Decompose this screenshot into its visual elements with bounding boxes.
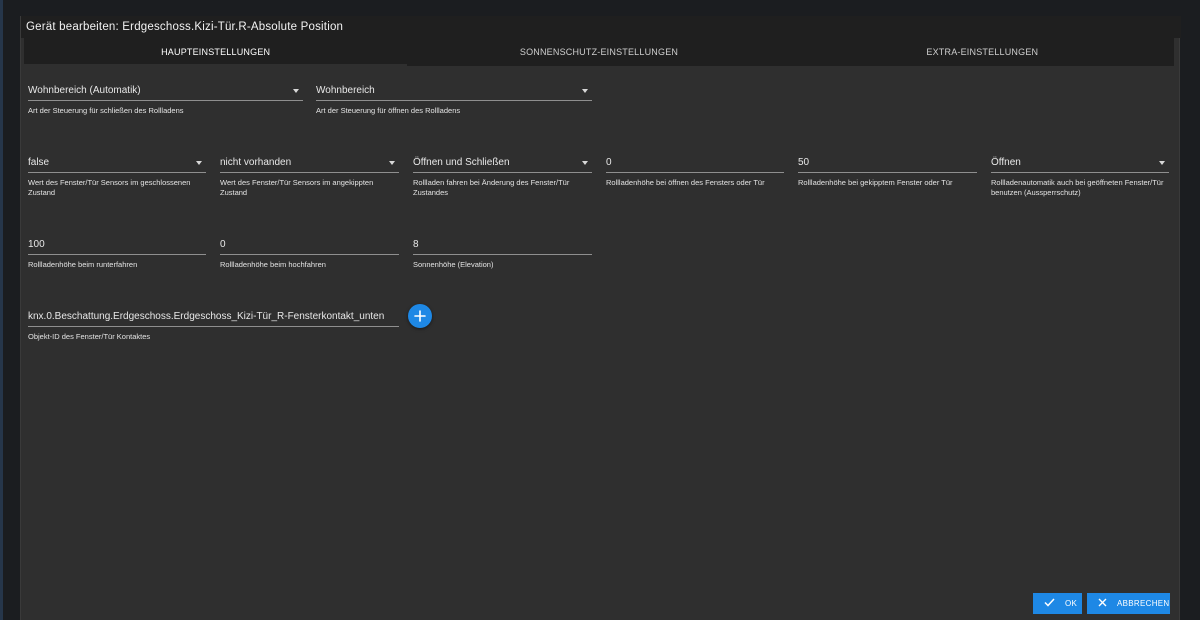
height-down-value: 100	[28, 239, 45, 250]
tab-sun-protection-settings[interactable]: SONNENSCHUTZ-EINSTELLUNGEN	[407, 38, 790, 66]
contact-object-id-value: knx.0.Beschattung.Erdgeschoss.Erdgeschos…	[28, 311, 385, 322]
sensor-tilted-select[interactable]: nicht vorhanden Wert des Fenster/Tür Sen…	[220, 156, 399, 197]
dropdown-arrow-icon	[196, 161, 202, 165]
sensor-tilted-value: nicht vorhanden	[220, 157, 292, 168]
open-control-select[interactable]: Wohnbereich Art der Steuerung für öffnen…	[316, 84, 592, 116]
height-window-tilted-value: 50	[798, 157, 810, 168]
move-on-change-select[interactable]: Öffnen und Schließen Rollladen fahren be…	[413, 156, 592, 197]
check-icon	[1044, 598, 1055, 609]
close-control-label: Art der Steuerung für schließen des Roll…	[28, 106, 184, 115]
cancel-button[interactable]: ABBRECHEN	[1087, 593, 1170, 614]
dropdown-arrow-icon	[1159, 161, 1165, 165]
sun-elevation-label: Sonnenhöhe (Elevation)	[413, 260, 494, 269]
tab-bar: HAUPTEINSTELLUNGEN SONNENSCHUTZ-EINSTELL…	[24, 38, 1174, 66]
sensor-tilted-label: Wert des Fenster/Tür Sensors im angekipp…	[220, 178, 374, 197]
plus-icon	[414, 310, 426, 322]
dropdown-arrow-icon	[582, 89, 588, 93]
height-window-tilted-label: Rollladenhöhe bei gekipptem Fenster oder…	[798, 178, 953, 187]
dropdown-arrow-icon	[293, 89, 299, 93]
height-down-label: Rollladenhöhe beim runterfahren	[28, 260, 138, 269]
height-down-input[interactable]: 100 Rollladenhöhe beim runterfahren	[28, 238, 206, 270]
height-up-value: 0	[220, 239, 226, 250]
dialog-title: Gerät bearbeiten: Erdgeschoss.Kizi-Tür.R…	[21, 16, 1181, 38]
cancel-button-label: ABBRECHEN	[1117, 599, 1170, 608]
ok-button-label: OK	[1065, 599, 1078, 608]
close-control-value: Wohnbereich (Automatik)	[28, 85, 141, 96]
dropdown-arrow-icon	[582, 161, 588, 165]
contact-object-id-input[interactable]: knx.0.Beschattung.Erdgeschoss.Erdgeschos…	[28, 310, 399, 342]
lockout-protection-label: Rollladenautomatik auch bei geöffneten F…	[991, 178, 1164, 197]
open-control-value: Wohnbereich	[316, 85, 375, 96]
close-icon	[1098, 598, 1107, 609]
height-window-tilted-input[interactable]: 50 Rollladenhöhe bei gekipptem Fenster o…	[798, 156, 977, 188]
move-on-change-value: Öffnen und Schließen	[413, 157, 510, 168]
tab-extra-settings[interactable]: EXTRA-EINSTELLUNGEN	[791, 38, 1174, 66]
sun-elevation-value: 8	[413, 239, 419, 250]
sensor-closed-value: false	[28, 157, 50, 168]
sun-elevation-input[interactable]: 8 Sonnenhöhe (Elevation)	[413, 238, 592, 270]
contact-object-id-label: Objekt-ID des Fenster/Tür Kontaktes	[28, 332, 151, 341]
height-window-open-input[interactable]: 0 Rollladenhöhe bei öffnen des Fensters …	[606, 156, 784, 188]
close-control-select[interactable]: Wohnbereich (Automatik) Art der Steuerun…	[28, 84, 303, 116]
background-strip	[0, 0, 3, 620]
dropdown-arrow-icon	[389, 161, 395, 165]
open-control-label: Art der Steuerung für öffnen des Rolllad…	[316, 106, 461, 115]
height-window-open-value: 0	[606, 157, 612, 168]
height-window-open-label: Rollladenhöhe bei öffnen des Fensters od…	[606, 178, 765, 187]
sensor-closed-select[interactable]: false Wert des Fenster/Tür Sensors im ge…	[28, 156, 206, 197]
move-on-change-label: Rollladen fahren bei Änderung des Fenste…	[413, 178, 570, 197]
sensor-closed-label: Wert des Fenster/Tür Sensors im geschlos…	[28, 178, 191, 197]
height-up-input[interactable]: 0 Rollladenhöhe beim hochfahren	[220, 238, 399, 270]
tab-main-settings[interactable]: HAUPTEINSTELLUNGEN	[24, 38, 408, 66]
height-up-label: Rollladenhöhe beim hochfahren	[220, 260, 326, 269]
lockout-protection-value: Öffnen	[991, 157, 1021, 168]
lockout-protection-select[interactable]: Öffnen Rollladenautomatik auch bei geöff…	[991, 156, 1169, 197]
ok-button[interactable]: OK	[1033, 593, 1082, 614]
add-contact-button[interactable]	[408, 304, 432, 328]
